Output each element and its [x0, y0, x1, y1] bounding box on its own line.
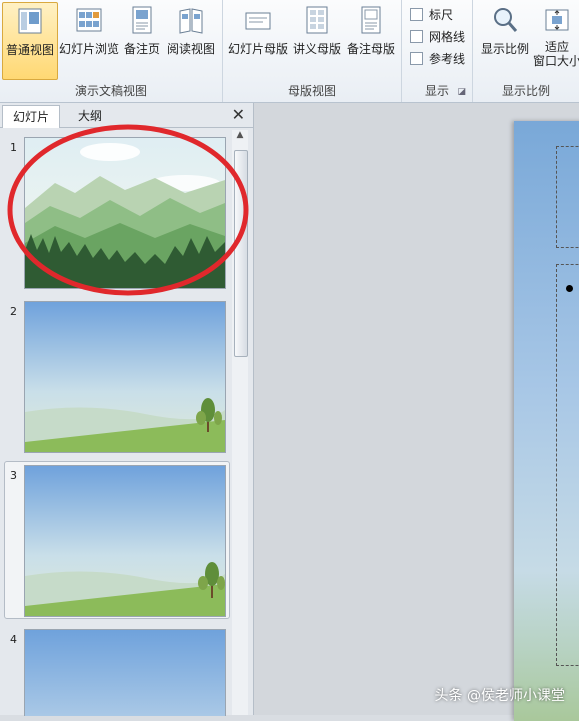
tab-slides[interactable]: 幻灯片	[2, 105, 60, 128]
zoom-group: 显示比例 适应 窗口大小 显示比例	[473, 0, 579, 102]
content-placeholder[interactable]	[556, 264, 579, 666]
reading-view-button[interactable]: 阅读视图	[164, 2, 218, 78]
normal-view-icon	[18, 8, 42, 34]
fit-to-window-icon	[545, 9, 569, 31]
slide-thumbnail-4[interactable]	[24, 629, 226, 716]
scroll-up-arrow-icon[interactable]: ▲	[232, 130, 248, 144]
slide-thumbnail-1[interactable]	[24, 137, 226, 289]
bullet-point	[566, 285, 573, 292]
handout-master-button[interactable]: 讲义母版	[291, 2, 343, 78]
slide-master-label: 幻灯片母版	[227, 42, 288, 56]
normal-view-label: 普通视图	[5, 43, 54, 57]
slides-panel: 幻灯片 大纲 ✕ ▲ 1 2 3 4	[0, 103, 254, 716]
slide-editing-area[interactable]	[254, 103, 579, 721]
guides-checkbox[interactable]: 参考线	[410, 50, 465, 67]
reading-view-label: 阅读视图	[166, 42, 215, 56]
slide-number-3: 3	[10, 469, 17, 482]
tab-outline[interactable]: 大纲	[62, 105, 118, 127]
ruler-label: 标尺	[429, 8, 454, 22]
slide-master-icon	[245, 12, 271, 30]
reading-view-icon	[179, 8, 203, 34]
gridlines-label: 网格线	[429, 30, 466, 44]
slide-thumbnail-3[interactable]	[24, 465, 226, 617]
show-group: 标尺 网格线 参考线 显示 ◪	[402, 0, 473, 102]
normal-view-button[interactable]: 普通视图	[2, 2, 58, 80]
slide-sorter-icon	[76, 8, 102, 32]
notes-master-label: 备注母版	[346, 42, 395, 56]
fit-to-window-button[interactable]: 适应 窗口大小	[533, 2, 579, 78]
notes-page-label: 备注页	[123, 42, 160, 56]
gridlines-checkbox-box[interactable]	[410, 30, 423, 43]
slide-number-1: 1	[10, 141, 17, 154]
ribbon: 普通视图 幻灯片浏览 备注页 阅读视图 演示文稿视图 幻灯片母版 讲义母版 备注…	[0, 0, 579, 103]
ruler-checkbox[interactable]: 标尺	[410, 6, 453, 23]
fit-label-line2: 窗口大小	[533, 54, 579, 68]
presentation-views-group: 普通视图 幻灯片浏览 备注页 阅读视图 演示文稿视图	[0, 0, 223, 102]
close-icon[interactable]: ✕	[232, 105, 245, 124]
zoom-label: 显示比例	[480, 42, 529, 56]
slide-sorter-label: 幻灯片浏览	[58, 42, 119, 56]
presentation-views-group-label: 演示文稿视图	[74, 84, 147, 98]
notes-page-button[interactable]: 备注页	[122, 2, 162, 78]
fit-label-line1: 适应	[544, 40, 569, 54]
slide-sorter-button[interactable]: 幻灯片浏览	[58, 2, 120, 78]
handout-master-label: 讲义母版	[292, 42, 341, 56]
notes-master-icon	[361, 6, 381, 34]
panel-scrollbar[interactable]: ▲	[232, 130, 248, 715]
master-views-group: 幻灯片母版 讲义母版 备注母版 母版视图	[223, 0, 402, 102]
notes-page-icon	[132, 6, 152, 34]
scroll-thumb[interactable]	[234, 150, 248, 357]
ruler-checkbox-box[interactable]	[410, 8, 423, 21]
zoom-button[interactable]: 显示比例	[477, 2, 533, 78]
dialog-launcher-icon[interactable]: ◪	[457, 87, 466, 97]
gridlines-checkbox[interactable]: 网格线	[410, 28, 465, 45]
guides-checkbox-box[interactable]	[410, 52, 423, 65]
guides-label: 参考线	[429, 52, 466, 66]
panel-tabs: 幻灯片 大纲 ✕	[0, 103, 253, 128]
notes-master-button[interactable]: 备注母版	[345, 2, 397, 78]
master-views-group-label: 母版视图	[287, 84, 336, 98]
slide-number-4: 4	[10, 633, 17, 646]
slide-number-2: 2	[10, 305, 17, 318]
watermark: 头条 @侯老师小课堂	[434, 688, 565, 704]
title-placeholder[interactable]	[556, 146, 579, 248]
slide-master-button[interactable]: 幻灯片母版	[227, 2, 289, 78]
handout-master-icon	[306, 6, 328, 34]
slide-thumbnail-2[interactable]	[24, 301, 226, 453]
current-slide-canvas[interactable]	[514, 121, 579, 721]
magnifier-icon	[494, 8, 518, 32]
zoom-group-label: 显示比例	[501, 84, 550, 98]
